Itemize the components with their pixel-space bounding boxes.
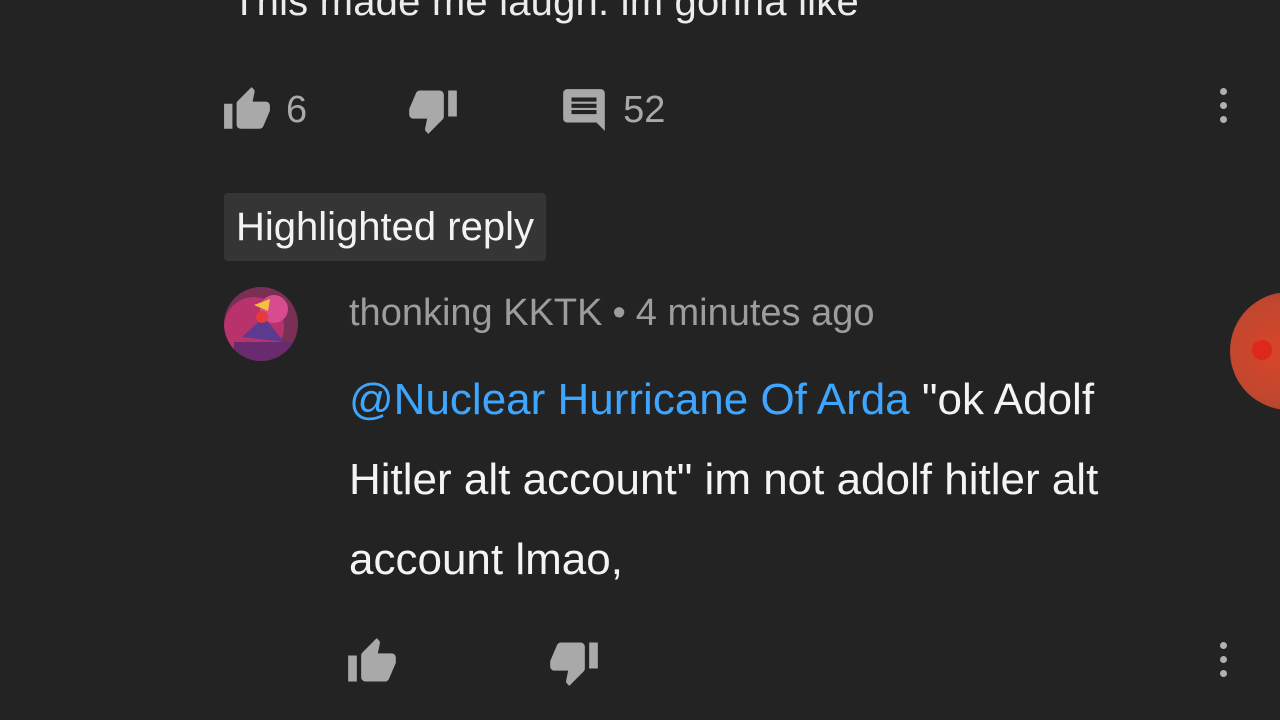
parent-comment-text: This made me laugh. im gonna like bbox=[232, 0, 859, 24]
mention-link[interactable]: @Nuclear Hurricane Of Arda bbox=[349, 375, 910, 424]
comment-icon bbox=[563, 89, 605, 131]
parent-dislike-button[interactable] bbox=[407, 84, 459, 136]
meta-separator: • bbox=[612, 292, 626, 334]
thumbs-up-icon bbox=[348, 638, 396, 682]
parent-replies-button[interactable]: 52 bbox=[559, 85, 665, 135]
comments-screen: This made me laugh. im gonna like 6 52 H… bbox=[0, 0, 1280, 720]
reply-timestamp[interactable]: 4 minutes ago bbox=[636, 292, 875, 334]
reply-dislike-button[interactable] bbox=[548, 636, 600, 688]
parent-like-button[interactable]: 6 bbox=[222, 85, 307, 135]
thumbs-down-icon bbox=[550, 642, 598, 686]
author-name[interactable]: thonking KKTK bbox=[349, 292, 602, 334]
reply-count: 52 bbox=[623, 88, 666, 131]
thumbs-up-icon bbox=[224, 87, 270, 129]
touch-indicator-core bbox=[1252, 340, 1272, 360]
avatar-image bbox=[224, 287, 298, 361]
avatar[interactable] bbox=[224, 287, 298, 361]
reply-meta: thonking KKTK • 4 minutes ago bbox=[349, 292, 875, 335]
parent-more-button[interactable] bbox=[1213, 88, 1233, 123]
reply-more-button[interactable] bbox=[1213, 642, 1233, 677]
highlighted-reply-badge: Highlighted reply bbox=[224, 193, 546, 261]
reply-like-button[interactable] bbox=[346, 636, 398, 688]
more-vert-icon bbox=[1219, 642, 1227, 649]
parent-action-bar: 6 52 bbox=[222, 78, 665, 142]
more-vert-icon bbox=[1219, 88, 1227, 95]
reply-action-bar bbox=[346, 630, 600, 694]
reply-text: @Nuclear Hurricane Of Arda "ok Adolf Hit… bbox=[349, 360, 1189, 600]
like-count: 6 bbox=[286, 88, 308, 131]
thumbs-down-icon bbox=[409, 90, 457, 134]
touch-indicator bbox=[1230, 292, 1280, 410]
